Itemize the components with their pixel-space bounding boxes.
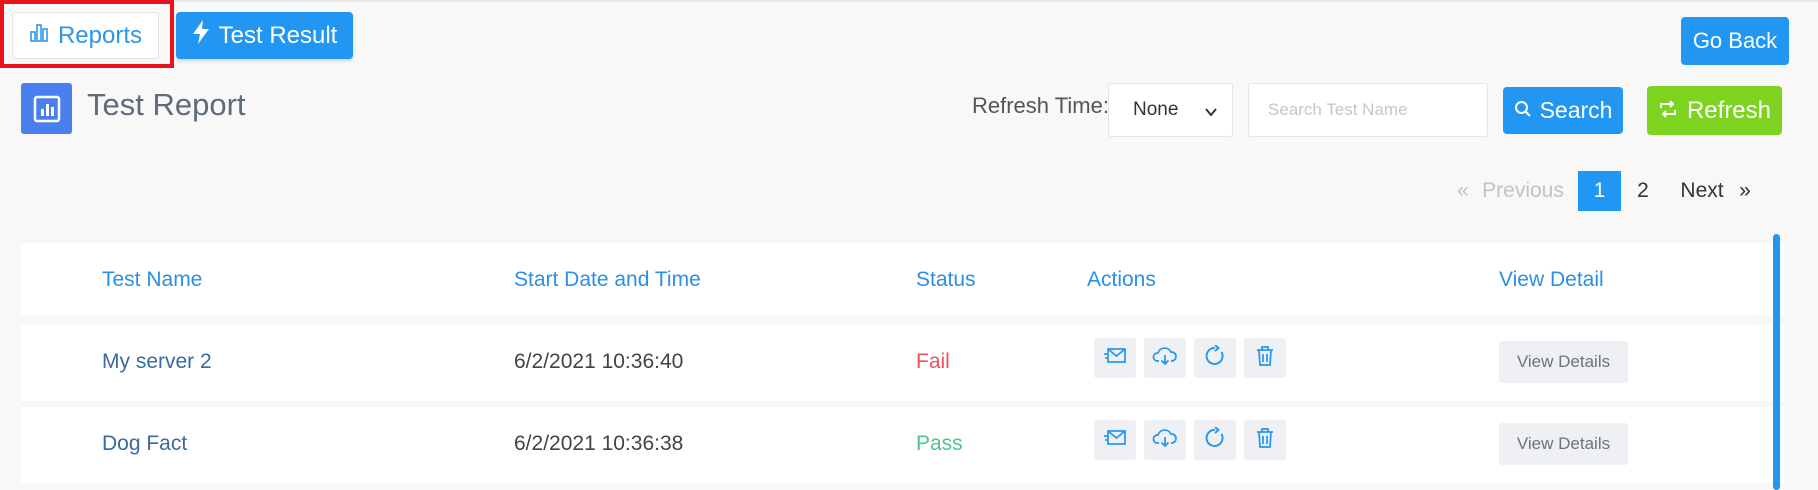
top-border	[0, 0, 1818, 2]
email-icon	[1103, 428, 1127, 453]
row-start-date: 6/2/2021 10:36:38	[514, 432, 684, 455]
refresh-button[interactable]: Refresh	[1647, 86, 1782, 135]
pagination-page-1[interactable]: 1	[1578, 171, 1621, 211]
row-test-name: My server 2	[102, 350, 212, 373]
status-fail: Fail	[916, 350, 950, 373]
rerun-test-button[interactable]	[1194, 420, 1236, 460]
download-report-button[interactable]	[1144, 338, 1186, 378]
trash-icon	[1255, 345, 1275, 372]
column-test-name: Test Name	[102, 268, 203, 291]
email-report-button[interactable]	[1094, 338, 1136, 378]
report-chart-icon	[21, 83, 72, 134]
refresh-time-value: None	[1133, 99, 1179, 120]
lightning-icon	[192, 20, 210, 51]
pagination-next[interactable]: Next	[1678, 171, 1726, 211]
page-title: Test Report	[87, 87, 246, 122]
pagination-page-2[interactable]: 2	[1630, 171, 1656, 211]
view-details-button[interactable]: View Details	[1499, 423, 1628, 465]
cloud-download-icon	[1152, 346, 1178, 371]
column-status: Status	[916, 268, 976, 291]
rerun-test-button[interactable]	[1194, 338, 1236, 378]
status-pass: Pass	[916, 432, 963, 455]
row-test-name: Dog Fact	[102, 432, 188, 455]
rerun-icon	[1204, 425, 1226, 454]
pagination-first[interactable]: «	[1455, 171, 1471, 211]
table-row: Dog Fact 6/2/2021 10:36:38 Pass View Det…	[21, 407, 1784, 483]
go-back-button[interactable]: Go Back	[1681, 17, 1789, 65]
bar-chart-icon	[29, 22, 49, 50]
pagination-last[interactable]: »	[1737, 171, 1753, 211]
trash-icon	[1255, 427, 1275, 454]
vertical-scrollbar[interactable]	[1773, 234, 1780, 490]
table-row: My server 2 6/2/2021 10:36:40 Fail View …	[21, 325, 1784, 401]
table-header: Test Name Start Date and Time Status Act…	[21, 243, 1784, 315]
search-button-label: Search	[1539, 97, 1613, 123]
pagination-previous[interactable]: Previous	[1480, 171, 1566, 211]
tab-reports-label: Reports	[57, 21, 143, 49]
tab-reports[interactable]: Reports	[12, 12, 159, 59]
email-icon	[1103, 346, 1127, 371]
delete-test-button[interactable]	[1244, 338, 1286, 378]
view-details-button[interactable]: View Details	[1499, 341, 1628, 383]
refresh-button-label: Refresh	[1686, 96, 1772, 124]
delete-test-button[interactable]	[1244, 420, 1286, 460]
search-button[interactable]: Search	[1503, 87, 1623, 134]
refresh-icon	[1658, 97, 1678, 125]
cloud-download-icon	[1152, 428, 1178, 453]
column-view-detail: View Detail	[1499, 268, 1604, 291]
refresh-time-label: Refresh Time:	[972, 93, 1109, 118]
column-start-date: Start Date and Time	[514, 268, 701, 291]
chevron-down-icon	[1204, 103, 1218, 125]
download-report-button[interactable]	[1144, 420, 1186, 460]
refresh-time-select[interactable]: None	[1108, 83, 1233, 137]
column-actions: Actions	[1087, 268, 1156, 291]
rerun-icon	[1204, 343, 1226, 372]
search-input[interactable]	[1248, 83, 1488, 137]
email-report-button[interactable]	[1094, 420, 1136, 460]
tab-test-result-label: Test Result	[218, 21, 338, 49]
search-icon	[1514, 97, 1532, 124]
row-start-date: 6/2/2021 10:36:40	[514, 350, 684, 373]
tab-test-result[interactable]: Test Result	[176, 12, 353, 59]
